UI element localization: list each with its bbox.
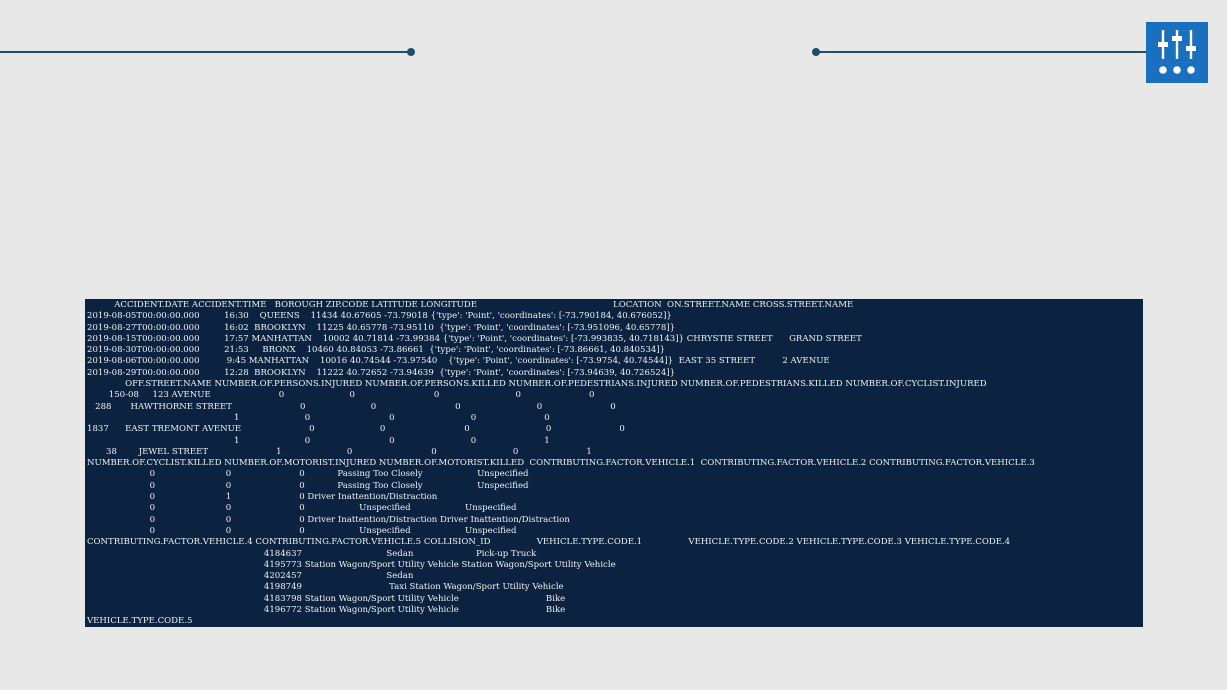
left-divider-dot [407,48,415,56]
table-row: 1 0 0 0 1 [86,435,550,446]
table-row: 0 0 0 Driver Inattention/Distraction Dri… [86,514,652,525]
sliders-icon [1158,30,1196,74]
console-output: ACCIDENT.DATE ACCIDENT.TIME BOROUGH ZIP.… [85,299,1143,627]
table-row: 38 JEWEL STREET 1 0 0 0 1 [86,446,592,457]
table-row: 4184637 Sedan Pick-up Truck [86,548,646,559]
table-row: 1 0 0 0 0 [86,412,550,423]
table-row: 0 0 0 Unspecified Unspecified [86,525,599,536]
left-divider-line [0,51,412,53]
header-row: VEHICLE.TYPE.CODE.5 [86,616,193,627]
table-row: 2019-08-30T00:00:00.000 21:53 BRONX 1046… [86,345,758,356]
header-row: NUMBER.OF.CYCLIST.KILLED NUMBER.OF.MOTOR… [86,458,1035,469]
table-row: 0 0 0 Unspecified Unspecified [86,503,599,514]
table-row: 0 0 0 Passing Too Closely Unspecified [86,469,611,480]
table-row: 2019-08-29T00:00:00.000 12:28 BROOKLYN 1… [86,367,768,378]
table-row: 4195773 Station Wagon/Sport Utility Vehi… [86,559,725,570]
table-row: 288 HAWTHORNE STREET 0 0 0 0 0 [86,401,616,412]
table-row: 2019-08-15T00:00:00.000 17:57 MANHATTAN … [86,333,862,344]
table-row: 2019-08-05T00:00:00.000 16:30 QUEENS 114… [86,311,765,322]
table-row: 2019-08-06T00:00:00.000 9:45 MANHATTAN 1… [86,356,830,367]
header-row: ACCIDENT.DATE ACCIDENT.TIME BOROUGH ZIP.… [86,300,854,310]
table-row: 150-08 123 AVENUE 0 0 0 0 0 [86,390,595,401]
table-row: 0 1 0 Driver Inattention/Distraction [86,492,604,503]
table-row: 2019-08-27T00:00:00.000 16:02 BROOKLYN 1… [86,322,768,333]
table-row: 4198749 Taxi Station Wagon/Sport Utility… [86,582,673,593]
table-row: 4202457 Sedan [86,571,621,582]
table-row: 1837 EAST TREMONT AVENUE 0 0 0 0 0 [86,424,625,435]
header-row: OFF.STREET.NAME NUMBER.OF.PERSONS.INJURE… [86,379,987,390]
right-divider-line [816,51,1146,53]
table-row: 4196772 Station Wagon/Sport Utility Vehi… [86,605,675,616]
logo-badge [1146,22,1208,83]
header-row: CONTRIBUTING.FACTOR.VEHICLE.4 CONTRIBUTI… [86,537,1011,548]
table-row: 4183798 Station Wagon/Sport Utility Vehi… [86,593,675,604]
table-row: 0 0 0 Passing Too Closely Unspecified [86,480,611,491]
dataframe-printout: ACCIDENT.DATE ACCIDENT.TIME BOROUGH ZIP.… [85,299,1139,627]
